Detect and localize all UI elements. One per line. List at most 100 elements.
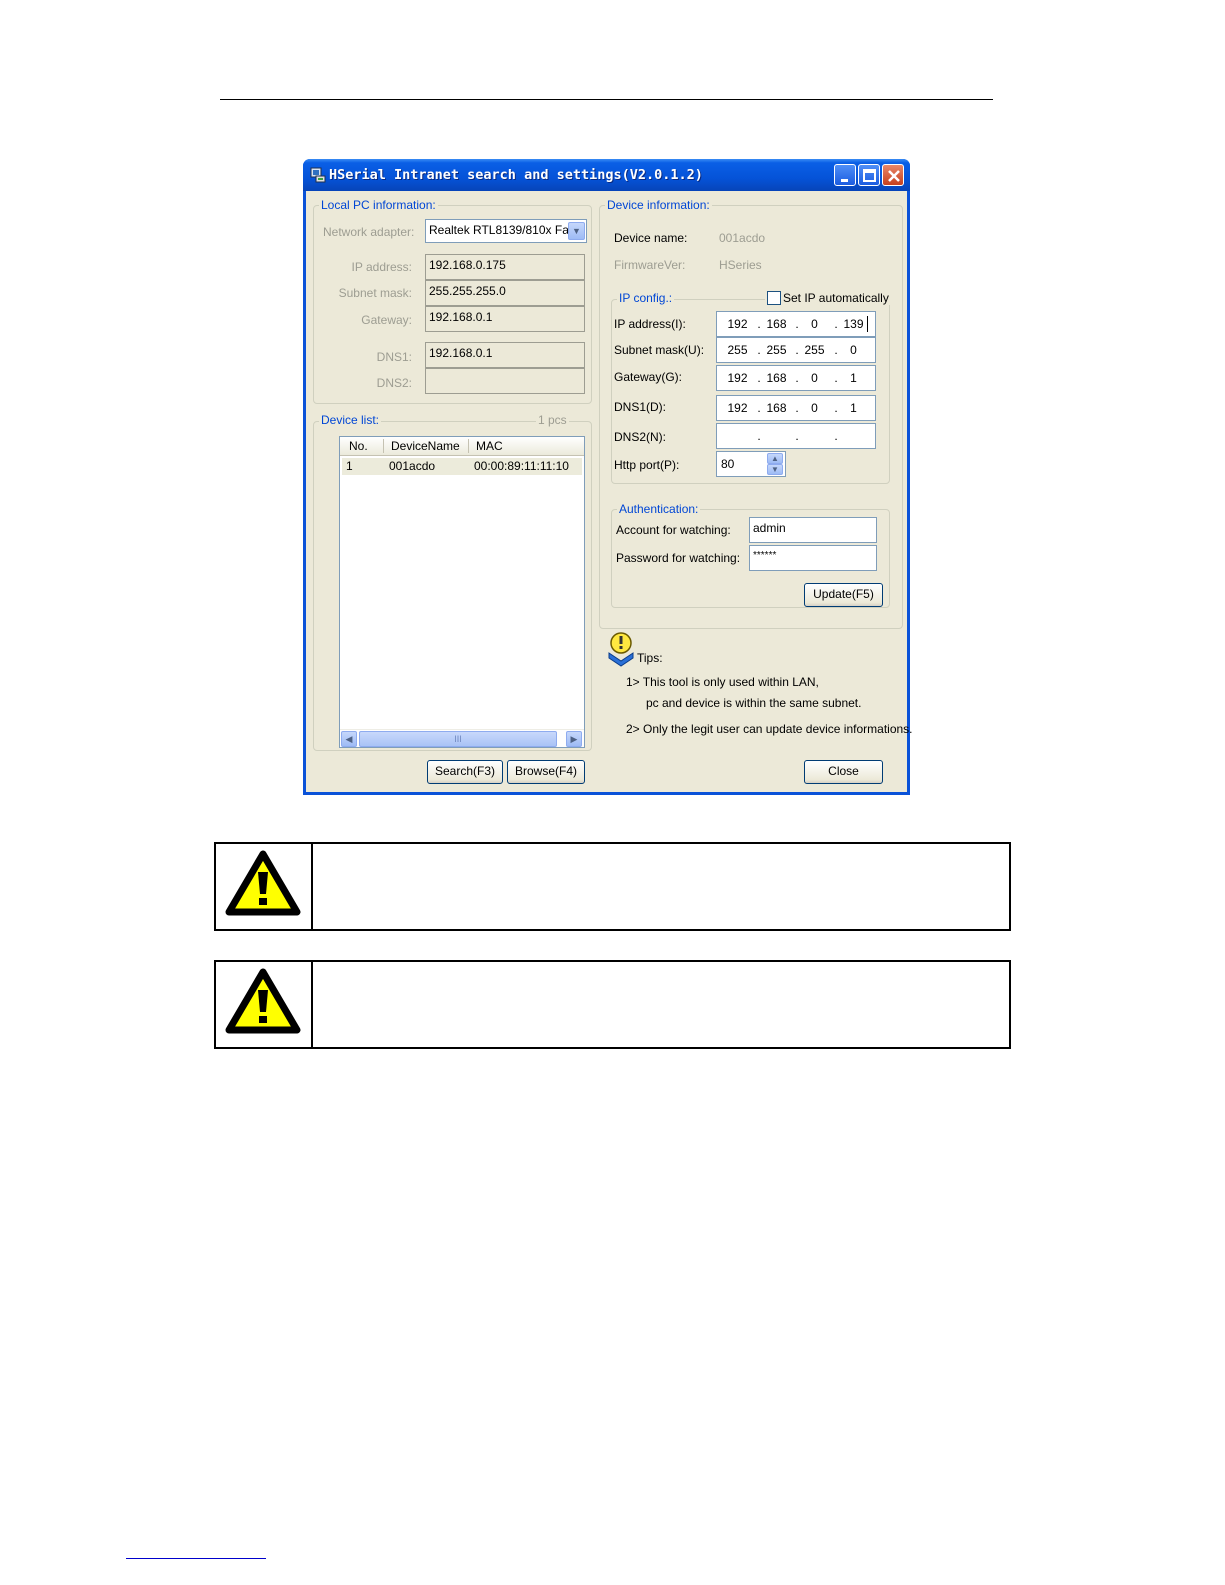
dns1-octet-3: 0 bbox=[811, 401, 818, 415]
scroll-right-arrow-icon[interactable]: ▶ bbox=[566, 731, 582, 747]
maximize-button[interactable] bbox=[858, 164, 880, 186]
chevron-down-icon[interactable]: ▼ bbox=[568, 222, 585, 240]
tip-line-1: 1> This tool is only used within LAN, bbox=[626, 675, 819, 689]
gateway-octet-4: 1 bbox=[850, 371, 857, 385]
ip-address-field[interactable]: 192 . 168 . 0 . 139 bbox=[716, 311, 876, 337]
dns1-octet-2: 168 bbox=[766, 401, 787, 415]
ip-octet-4: 139 bbox=[843, 317, 864, 331]
update-button[interactable]: Update(F5) bbox=[804, 583, 883, 607]
authentication-group-label: Authentication: bbox=[617, 502, 701, 516]
column-mac[interactable]: MAC bbox=[476, 437, 503, 455]
adapter-select-value: Realtek RTL8139/810x Far bbox=[429, 223, 573, 237]
ip-octet-2: 168 bbox=[766, 317, 787, 331]
local-dns2-field bbox=[425, 368, 585, 394]
column-divider bbox=[383, 439, 384, 453]
mask-dot: . bbox=[757, 343, 761, 357]
ip-dot: . bbox=[795, 317, 799, 331]
local-dns1-label: DNS1: bbox=[376, 350, 412, 364]
tips-title: Tips: bbox=[637, 651, 663, 665]
auto-ip-label: Set IP automatically bbox=[783, 291, 889, 305]
dns2-field[interactable]: . . . bbox=[716, 423, 876, 449]
device-info-group-label: Device information: bbox=[605, 198, 712, 212]
ip-octet-1: 192 bbox=[727, 317, 748, 331]
minimize-button[interactable] bbox=[834, 164, 856, 186]
auto-ip-option[interactable]: Set IP automatically bbox=[765, 291, 891, 305]
account-label: Account for watching: bbox=[616, 523, 731, 537]
dns2-dot: . bbox=[834, 429, 838, 443]
device-list-group-label: Device list: bbox=[319, 413, 382, 427]
decrement-arrow-icon[interactable]: ▼ bbox=[767, 464, 783, 475]
dns2-dot: . bbox=[757, 429, 761, 443]
mask-octet-1: 255 bbox=[727, 343, 748, 357]
ip-address-label: IP address(I): bbox=[614, 317, 686, 331]
local-dns1-field: 192.168.0.1 bbox=[425, 342, 585, 368]
header-rule bbox=[220, 99, 993, 100]
gateway-dot: . bbox=[795, 371, 799, 385]
dns1-dot: . bbox=[757, 401, 761, 415]
local-gateway-label: Gateway: bbox=[361, 313, 412, 327]
dns1-octet-1: 192 bbox=[727, 401, 748, 415]
dns1-dot: . bbox=[795, 401, 799, 415]
warning-box-1 bbox=[214, 842, 1011, 931]
gateway-octet-3: 0 bbox=[811, 371, 818, 385]
minimize-icon bbox=[841, 179, 848, 182]
close-window-button[interactable] bbox=[882, 164, 904, 186]
table-row[interactable]: 1 001acdo 00:00:89:11:11:10 bbox=[342, 458, 582, 475]
tip-line-2: 2> Only the legit user can update device… bbox=[626, 722, 913, 736]
gateway-field[interactable]: 192 . 168 . 0 . 1 bbox=[716, 365, 876, 391]
dns1-dot: . bbox=[834, 401, 838, 415]
close-button[interactable]: Close bbox=[804, 760, 883, 784]
local-gateway-field: 192.168.0.1 bbox=[425, 306, 585, 332]
column-device-name[interactable]: DeviceName bbox=[391, 437, 460, 455]
increment-arrow-icon[interactable]: ▲ bbox=[767, 453, 783, 464]
settings-window: HSerial Intranet search and settings(V2.… bbox=[303, 159, 913, 795]
dns2-label: DNS2(N): bbox=[614, 430, 667, 444]
adapter-select[interactable]: Realtek RTL8139/810x Far ▼ bbox=[425, 219, 587, 243]
row-no: 1 bbox=[346, 459, 353, 473]
local-ip-label: IP address: bbox=[351, 260, 412, 274]
search-button[interactable]: Search(F3) bbox=[427, 760, 503, 784]
subnet-mask-field[interactable]: 255 . 255 . 255 . 0 bbox=[716, 337, 876, 363]
mask-octet-3: 255 bbox=[804, 343, 825, 357]
gateway-dot: . bbox=[834, 371, 838, 385]
dns2-dot: . bbox=[795, 429, 799, 443]
local-mask-label: Subnet mask: bbox=[338, 286, 412, 300]
firmware-label: FirmwareVer: bbox=[614, 258, 686, 272]
row-mac: 00:00:89:11:11:10 bbox=[474, 459, 569, 473]
warning-triangle-icon bbox=[225, 850, 301, 916]
local-mask-field: 255.255.255.0 bbox=[425, 280, 585, 306]
device-name-label: Device name: bbox=[614, 231, 688, 245]
http-port-value: 80 bbox=[721, 457, 735, 471]
account-field[interactable]: admin bbox=[749, 517, 877, 543]
subnet-mask-label: Subnet mask(U): bbox=[614, 343, 705, 357]
gateway-octet-1: 192 bbox=[727, 371, 748, 385]
http-port-stepper[interactable]: 80 ▲ ▼ bbox=[716, 451, 786, 477]
gateway-dot: . bbox=[757, 371, 761, 385]
maximize-icon bbox=[863, 169, 876, 182]
adapter-label: Network adapter: bbox=[323, 225, 415, 239]
window-title: HSerial Intranet search and settings(V2.… bbox=[329, 167, 703, 183]
ip-octet-3: 0 bbox=[811, 317, 818, 331]
firmware-value: HSeries bbox=[719, 258, 762, 272]
auto-ip-checkbox[interactable] bbox=[767, 291, 781, 305]
scroll-left-arrow-icon[interactable]: ◀ bbox=[341, 731, 357, 747]
dns1-field[interactable]: 192 . 168 . 0 . 1 bbox=[716, 395, 876, 421]
local-ip-field: 192.168.0.175 bbox=[425, 254, 585, 280]
title-bar[interactable]: HSerial Intranet search and settings(V2.… bbox=[303, 159, 910, 191]
warning-divider bbox=[311, 844, 313, 929]
device-list[interactable]: No. DeviceName MAC 1 001acdo 00:00:89:11… bbox=[339, 436, 585, 748]
local-pc-group-label: Local PC information: bbox=[319, 198, 438, 212]
password-field[interactable]: ****** bbox=[749, 545, 877, 571]
text-cursor bbox=[867, 316, 868, 332]
password-label: Password for watching: bbox=[616, 551, 741, 565]
device-name-value: 001acdo bbox=[719, 231, 766, 245]
mask-dot: . bbox=[834, 343, 838, 357]
column-no[interactable]: No. bbox=[349, 437, 368, 455]
dns1-label: DNS1(D): bbox=[614, 400, 667, 414]
browse-button[interactable]: Browse(F4) bbox=[507, 760, 585, 784]
gateway-label: Gateway(G): bbox=[614, 370, 683, 384]
http-port-label: Http port(P): bbox=[614, 458, 680, 472]
scrollbar-thumb[interactable]: III bbox=[359, 731, 557, 747]
horizontal-scrollbar[interactable]: ◀ III ▶ bbox=[340, 729, 584, 747]
warning-triangle-icon bbox=[225, 968, 301, 1034]
